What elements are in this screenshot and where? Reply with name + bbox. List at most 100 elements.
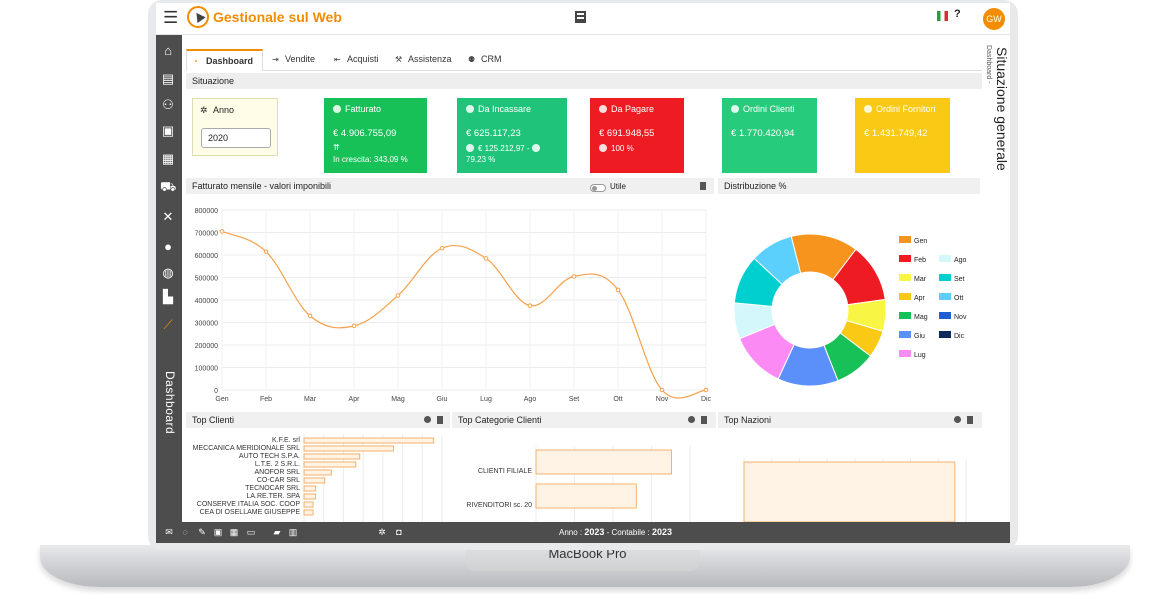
calendar-icon[interactable]: ▦ <box>229 527 239 537</box>
app-logo-icon[interactable] <box>187 6 209 28</box>
fatturato-line-chart: 0 100000 200000 300000 400000 500000 600000 700… <box>195 208 712 403</box>
legend-label: Apr <box>914 295 926 302</box>
tab-label: Acquisti <box>347 54 379 64</box>
bar[interactable] <box>535 449 672 475</box>
export-icon[interactable] <box>700 182 706 190</box>
data-point[interactable] <box>351 323 357 329</box>
data-point[interactable] <box>307 313 313 319</box>
pie-toggle-icon[interactable] <box>954 416 961 423</box>
export-icon[interactable] <box>437 416 443 424</box>
car-icon[interactable]: ⛟ <box>160 179 176 195</box>
user-avatar[interactable]: GW <box>983 8 1005 30</box>
person-icon[interactable]: ● <box>160 239 176 255</box>
data-point[interactable] <box>219 229 225 234</box>
contacts-icon[interactable]: ▣ <box>213 527 223 537</box>
pie-toggle-icon[interactable] <box>688 416 695 423</box>
italian-flag-icon[interactable] <box>937 11 948 21</box>
status-bar: ✉ ◌ ✎ ▣ ▦ ▭ ▰ ▥ ✲ ◘ Anno : 2023 - Contab… <box>156 522 1010 543</box>
kpi-da-pagare[interactable]: Da Pagare € 691.948,55 100 % <box>590 98 684 173</box>
folder-icon[interactable]: ▰ <box>272 527 282 537</box>
kpi-ordini-fornitori[interactable]: Ordini Fornitori € 1.431.749,42 <box>855 98 950 173</box>
hamburger-menu-icon[interactable]: ☰ <box>163 8 178 28</box>
trash-icon[interactable]: ▥ <box>288 527 298 537</box>
data-point[interactable] <box>439 245 445 251</box>
data-point[interactable] <box>263 249 269 254</box>
top-clienti-title: Top Clienti <box>186 412 450 428</box>
kpi-value: € 4.906.755,09 <box>333 128 397 139</box>
inbox-icon[interactable]: ▭ <box>246 527 256 537</box>
camera-icon[interactable]: ◘ <box>394 527 404 537</box>
anno-input[interactable]: 2020 <box>201 128 271 148</box>
kpi-ordini-clienti[interactable]: Ordini Clienti € 1.770.420,94 <box>722 98 817 173</box>
top-clienti-panel: Top Clienti K.F.E. srl MECCANICA MERIDION… <box>186 412 450 524</box>
data-point[interactable] <box>483 256 489 261</box>
factory-icon[interactable]: ▙ <box>160 289 176 305</box>
data-point[interactable] <box>659 387 665 393</box>
chat-icon[interactable]: ◌ <box>180 527 190 537</box>
boxes-icon[interactable]: ▣ <box>160 123 176 139</box>
tab-vendite[interactable]: ⇥ Vendite <box>266 49 321 71</box>
data-point[interactable] <box>571 274 577 279</box>
help-chat-icon[interactable]: ? <box>954 8 970 22</box>
sidebar-dashboard-label: Dashboard <box>163 371 177 435</box>
tab-assistenza[interactable]: ⚒ Assistenza <box>389 49 458 71</box>
top-categorie-title: Top Categorie Clienti <box>452 412 716 428</box>
chart-line-icon[interactable]: ⟋ <box>160 317 176 333</box>
legend-swatch <box>899 312 911 319</box>
pie-toggle-icon[interactable] <box>424 416 431 423</box>
bar[interactable] <box>303 485 317 492</box>
company-icon[interactable] <box>575 11 586 23</box>
mail-icon[interactable]: ✉ <box>164 527 174 537</box>
kpi-fatturato[interactable]: Fatturato € 4.906.755,09 ⇈ In crescita: … <box>324 98 427 173</box>
globe-icon[interactable]: ◍ <box>160 265 176 281</box>
bar[interactable] <box>303 437 435 444</box>
legend-label: Mag <box>914 314 928 321</box>
kpi-da-incassare[interactable]: Da Incassare € 625.117,23 € 125.212,97 -… <box>457 98 567 173</box>
bar[interactable] <box>303 493 317 500</box>
bar[interactable] <box>303 469 332 476</box>
bar[interactable] <box>303 453 361 460</box>
top-bar: ☰ Gestionale sul Web ? GW <box>156 3 1010 35</box>
legend-swatch <box>899 236 911 243</box>
settings-icon[interactable]: ✲ <box>377 527 387 537</box>
export-icon[interactable] <box>967 416 973 424</box>
data-point[interactable] <box>527 303 533 308</box>
status-year-info: Anno : 2023 - Contabile : 2023 <box>559 522 672 543</box>
data-point[interactable] <box>395 293 401 298</box>
x-tick-label: Mar <box>304 396 317 403</box>
export-icon[interactable] <box>701 416 707 424</box>
x-tick-label: Ago <box>524 396 537 403</box>
x-tick-label: Ott <box>613 396 622 403</box>
tools-icon[interactable]: ✕ <box>160 209 176 225</box>
bar[interactable] <box>303 445 394 452</box>
home-icon[interactable]: ⌂ <box>160 43 176 59</box>
calculator-icon[interactable]: ▦ <box>160 151 176 167</box>
tab-crm[interactable]: ⚉ CRM <box>462 49 508 71</box>
legend-swatch <box>899 255 911 262</box>
bar[interactable] <box>303 509 314 516</box>
bar[interactable] <box>303 477 326 484</box>
fatturato-chart-panel: Fatturato mensile - valori imponibili Ut… <box>186 178 714 410</box>
people-icon[interactable]: ⚇ <box>160 97 176 113</box>
main-tabs: ◔ Dashboard ⇥ Vendite ⇤ Acquisti ⚒ Assistenz… <box>186 49 982 71</box>
tab-label: Assistenza <box>408 54 452 64</box>
tab-acquisti[interactable]: ⇤ Acquisti <box>328 49 385 71</box>
distribuzione-panel: Distribuzione % Gen Feb Mar Apr Mag Giu Lug Ago… <box>718 178 980 410</box>
y-tick-label: 400000 <box>195 298 218 305</box>
fatturato-chart-title: Fatturato mensile - valori imponibili <box>186 178 714 194</box>
edit-icon[interactable]: ✎ <box>197 527 207 537</box>
tab-label: Vendite <box>285 54 316 64</box>
legend-swatch <box>899 274 911 281</box>
x-tick-label: Set <box>569 396 580 403</box>
tab-dashboard[interactable]: ◔ Dashboard <box>186 49 263 71</box>
bar[interactable] <box>535 483 637 509</box>
bar[interactable] <box>303 501 314 508</box>
utile-toggle[interactable] <box>590 184 606 192</box>
document-icon[interactable]: ▤ <box>160 71 176 87</box>
breadcrumb[interactable]: Dashboard - <box>985 45 992 84</box>
app-title[interactable]: Gestionale sul Web <box>213 9 342 25</box>
bar[interactable] <box>303 461 357 468</box>
bar[interactable] <box>743 461 956 523</box>
data-point[interactable] <box>703 387 709 393</box>
data-point[interactable] <box>615 287 621 293</box>
